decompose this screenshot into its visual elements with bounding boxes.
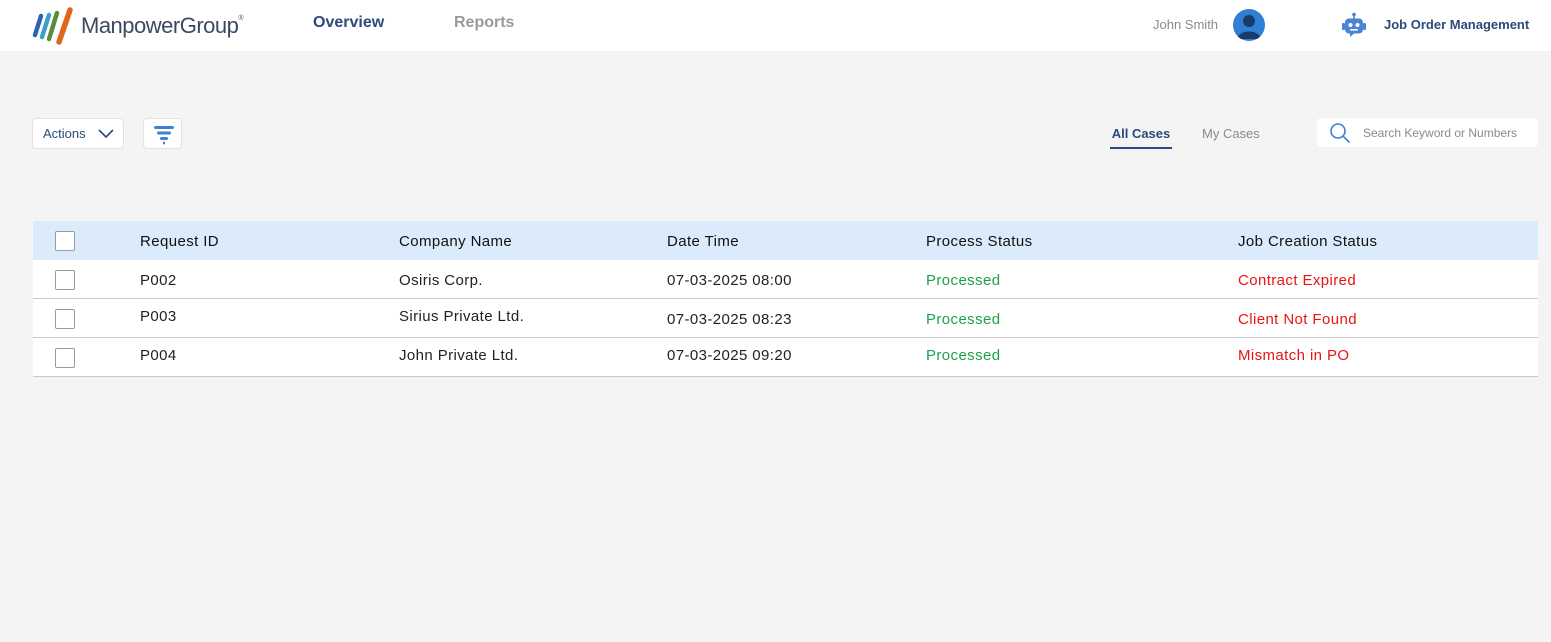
table-row[interactable]: P003 Sirius Private Ltd. 07-03-2025 08:2… xyxy=(33,299,1538,338)
robot-icon[interactable] xyxy=(1341,12,1367,38)
brand-name: ManpowerGroup xyxy=(81,13,239,38)
cell-request-id[interactable]: P003 xyxy=(140,308,177,325)
cell-date-time: 07-03-2025 08:00 xyxy=(667,272,792,289)
cases-table: Request ID Company Name Date Time Proces… xyxy=(33,221,1538,377)
header-request-id[interactable]: Request ID xyxy=(140,233,219,250)
filter-button[interactable] xyxy=(143,118,182,149)
nav-overview[interactable]: Overview xyxy=(313,14,384,32)
manpower-logo-icon xyxy=(32,7,73,45)
cell-job-creation-status: Client Not Found xyxy=(1238,311,1357,328)
tab-my-cases[interactable]: My Cases xyxy=(1202,126,1260,141)
app-title: Job Order Management xyxy=(1384,17,1530,32)
cell-process-status: Processed xyxy=(926,311,1001,328)
top-header: ManpowerGroup® Overview Reports John Smi… xyxy=(0,0,1551,51)
cell-company-name: Sirius Private Ltd. xyxy=(399,308,525,325)
cell-request-id[interactable]: P004 xyxy=(140,347,177,364)
actions-label: Actions xyxy=(43,126,86,141)
table-row[interactable]: P002 Osiris Corp. 07-03-2025 08:00 Proce… xyxy=(33,260,1538,299)
table-row[interactable]: P004 John Private Ltd. 07-03-2025 09:20 … xyxy=(33,338,1538,377)
cell-process-status: Processed xyxy=(926,347,1001,364)
cell-job-creation-status: Mismatch in PO xyxy=(1238,347,1350,364)
filter-icon xyxy=(154,126,174,145)
nav-reports[interactable]: Reports xyxy=(454,14,514,32)
search-input[interactable] xyxy=(1363,124,1533,142)
search-icon[interactable] xyxy=(1329,122,1351,144)
cell-company-name: Osiris Corp. xyxy=(399,272,483,289)
trademark-mark: ® xyxy=(238,15,244,22)
row-checkbox[interactable] xyxy=(55,309,75,329)
cell-request-id[interactable]: P002 xyxy=(140,272,177,289)
search-box xyxy=(1317,118,1538,147)
chevron-down-icon xyxy=(98,129,114,139)
actions-dropdown[interactable]: Actions xyxy=(32,118,124,149)
cell-date-time: 07-03-2025 09:20 xyxy=(667,347,792,364)
row-checkbox[interactable] xyxy=(55,270,75,290)
cell-job-creation-status: Contract Expired xyxy=(1238,272,1357,289)
select-all-checkbox[interactable] xyxy=(55,231,75,251)
tab-all-cases[interactable]: All Cases xyxy=(1110,126,1172,149)
brand-logo[interactable]: ManpowerGroup® xyxy=(32,6,244,46)
header-date-time[interactable]: Date Time xyxy=(667,233,739,250)
cell-process-status: Processed xyxy=(926,272,1001,289)
header-company-name[interactable]: Company Name xyxy=(399,233,512,250)
user-avatar-icon[interactable] xyxy=(1233,9,1265,41)
cell-company-name: John Private Ltd. xyxy=(399,347,519,364)
user-name: John Smith xyxy=(1153,17,1219,32)
row-checkbox[interactable] xyxy=(55,348,75,368)
cell-date-time: 07-03-2025 08:23 xyxy=(667,311,792,328)
header-job-creation-status[interactable]: Job Creation Status xyxy=(1238,233,1377,250)
header-process-status[interactable]: Process Status xyxy=(926,233,1032,250)
table-header-row: Request ID Company Name Date Time Proces… xyxy=(33,221,1538,260)
